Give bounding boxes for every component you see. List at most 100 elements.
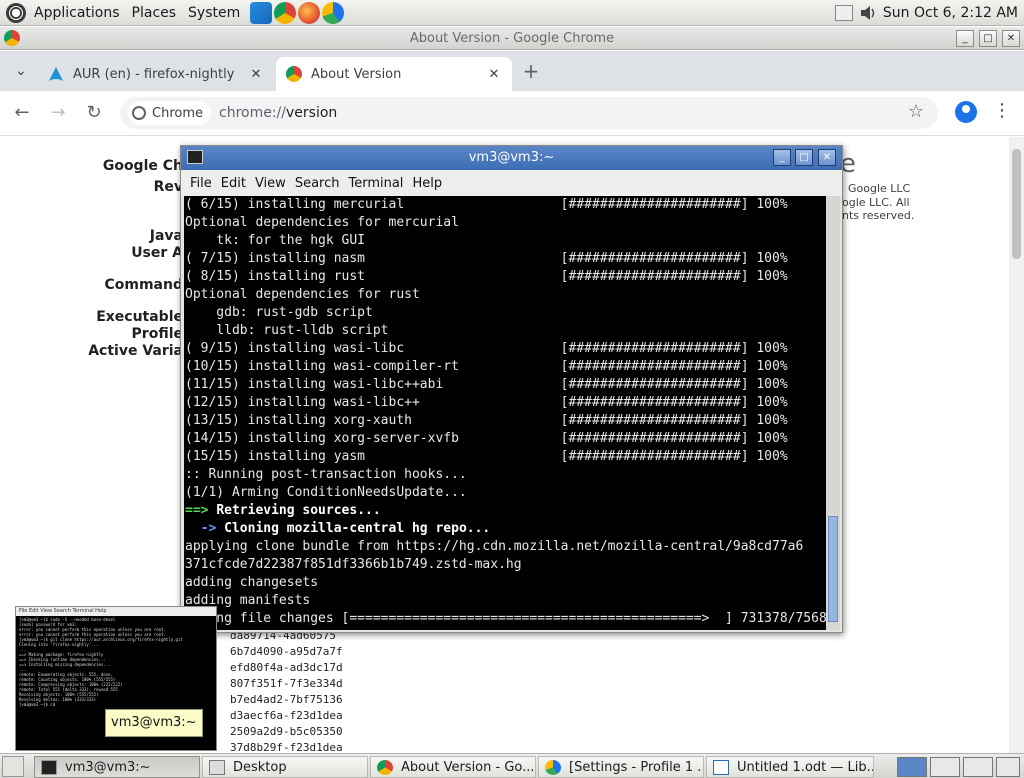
reload-icon[interactable]: ↻ <box>82 102 106 126</box>
task-label: Desktop <box>233 759 287 775</box>
chrome-menu-kebab-icon[interactable]: ⋮ <box>993 101 1011 123</box>
firefox-launcher-icon[interactable] <box>298 1 321 24</box>
chrome-window-titlebar[interactable]: About Version - Google Chrome _ □ ✕ <box>0 27 1024 50</box>
bookmark-star-icon[interactable]: ☆ <box>908 101 924 122</box>
terminal-line-prefix: ==> <box>185 503 217 518</box>
variations-list: da89714-4ad60575 6b7d4090-a95d7a7f efd80… <box>230 628 343 756</box>
task-chrome[interactable]: About Version - Go... <box>370 756 536 778</box>
chrome-favicon-icon <box>286 66 302 82</box>
profile-avatar-icon[interactable] <box>955 101 977 123</box>
copyright-line: ogle LLC. All <box>842 196 910 209</box>
close-button[interactable]: ✕ <box>1002 30 1020 47</box>
volume-icon[interactable] <box>859 4 877 22</box>
terminal-maximize-button[interactable]: □ <box>795 149 813 166</box>
menu-search[interactable]: Search <box>295 176 340 191</box>
task-settings[interactable]: [Settings - Profile 1 ... <box>538 756 704 778</box>
preview-menubar: File Edit View Search Terminal Help <box>16 607 216 616</box>
task-terminal[interactable]: vm3@vm3:~ <box>34 756 200 778</box>
tab-label: About Version <box>311 66 402 82</box>
chrome-launcher-icon[interactable] <box>274 1 297 24</box>
label-javascript: Java <box>149 228 183 244</box>
terminal-line: (1/1) Arming ConditionNeedsUpdate... <box>185 485 467 500</box>
chrome-icon <box>4 30 20 46</box>
terminal-line: (13/15) installing xorg-xauth [#########… <box>185 413 788 428</box>
terminal-window: vm3@vm3:~ _ □ ✕ File Edit View Search Te… <box>180 145 843 633</box>
tab-close-icon[interactable]: ✕ <box>486 67 502 82</box>
url-scheme: chrome:// <box>219 105 286 121</box>
variation-id: 807f351f-7f3e334d <box>230 677 343 690</box>
workspace-2[interactable] <box>930 757 960 777</box>
task-libreoffice[interactable]: Untitled 1.odt — Lib... <box>706 756 874 778</box>
terminal-output[interactable]: ( 6/15) installing mercurial [##########… <box>184 196 826 630</box>
terminal-line: ( 7/15) installing nasm [###############… <box>185 251 788 266</box>
tab-about-version[interactable]: About Version ✕ <box>276 57 512 91</box>
bottom-panel: vm3@vm3:~ Desktop About Version - Go... … <box>0 753 1024 778</box>
terminal-icon <box>187 150 203 164</box>
terminal-line: Optional dependencies for rust <box>185 287 420 302</box>
maximize-button[interactable]: □ <box>979 30 997 47</box>
variation-id: d3aecf6a-f23d1dea <box>230 709 343 722</box>
chrome-dev-icon <box>545 759 561 775</box>
workspace-4[interactable] <box>996 757 1020 777</box>
tab-aur[interactable]: AUR (en) - firefox-nightly ✕ <box>38 57 274 91</box>
menu-terminal[interactable]: Terminal <box>348 176 403 191</box>
chrome-toolbar: ← → ↻ Chrome chrome://version ☆ <box>0 91 1024 136</box>
page-scrollbar-thumb[interactable] <box>1012 149 1021 259</box>
terminal-line: adding file changes [===================… <box>185 610 826 628</box>
terminal-line: -> Cloning mozilla-central hg repo... <box>185 520 826 538</box>
tab-close-icon[interactable]: ✕ <box>248 67 264 82</box>
taskbar-tooltip: vm3@vm3:~ <box>105 709 203 737</box>
terminal-line: ( 8/15) installing rust [###############… <box>185 269 788 284</box>
terminal-line-prefix: -> <box>185 521 225 536</box>
task-label: vm3@vm3:~ <box>65 759 151 775</box>
tab-search-chevron-icon[interactable]: ⌄ <box>10 60 32 82</box>
copyright-line: nts reserved. <box>842 209 915 222</box>
writer-document-icon <box>713 759 729 775</box>
task-desktop[interactable]: Desktop <box>202 756 368 778</box>
minimize-button[interactable]: _ <box>956 30 974 47</box>
workspace-1[interactable] <box>897 757 927 777</box>
top-panel: Applications Places System Sun Oct 6, 2:… <box>0 0 1024 26</box>
new-tab-button[interactable]: + <box>520 61 542 83</box>
site-chip-label: Chrome <box>152 105 203 121</box>
url-text[interactable]: chrome://version <box>219 105 337 121</box>
terminal-line: (15/15) installing yasm [###############… <box>185 449 788 464</box>
terminal-line: (11/15) installing wasi-libc++abi [#####… <box>185 377 788 392</box>
distro-logo-icon[interactable] <box>6 2 26 23</box>
chrome-dev-launcher-icon[interactable] <box>322 1 345 24</box>
terminal-close-button[interactable]: ✕ <box>818 149 836 166</box>
places-menu[interactable]: Places <box>132 5 177 21</box>
address-bar[interactable]: Chrome chrome://version ☆ <box>120 97 938 129</box>
menu-file[interactable]: File <box>190 176 212 191</box>
terminal-icon <box>41 759 57 775</box>
terminal-minimize-button[interactable]: _ <box>773 149 791 166</box>
menu-view[interactable]: View <box>255 176 286 191</box>
forward-arrow-icon[interactable]: → <box>46 102 70 126</box>
terminal-line: (14/15) installing xorg-server-xvfb [###… <box>185 431 788 446</box>
vscode-launcher-icon[interactable] <box>250 1 273 24</box>
show-desktop-icon[interactable] <box>2 756 24 777</box>
menu-help[interactable]: Help <box>412 176 442 191</box>
workspace-3[interactable] <box>963 757 993 777</box>
terminal-scrollbar-thumb[interactable] <box>828 516 838 622</box>
label-profile-path: Profile <box>131 326 183 342</box>
applications-menu[interactable]: Applications <box>34 5 120 21</box>
terminal-line: 371cfcde7d22387f851df3366b1b749.zstd-max… <box>185 557 522 572</box>
variation-id: 6b7d4090-a95d7a7f <box>230 645 343 658</box>
back-arrow-icon[interactable]: ← <box>10 102 34 126</box>
terminal-titlebar[interactable]: vm3@vm3:~ _ □ ✕ <box>181 146 842 170</box>
clock[interactable]: Sun Oct 6, 2:12 AM <box>883 5 1018 21</box>
terminal-scrollbar[interactable] <box>826 196 840 630</box>
copyright-line: Google LLC <box>848 182 911 195</box>
menu-edit[interactable]: Edit <box>221 176 246 191</box>
page-scrollbar[interactable] <box>1009 137 1024 753</box>
system-menu[interactable]: System <box>188 5 240 21</box>
network-tray-icon[interactable] <box>834 4 853 21</box>
terminal-line-text: Cloning mozilla-central hg repo... <box>224 521 491 536</box>
terminal-line: ( 6/15) installing mercurial [##########… <box>185 197 788 212</box>
task-label: [Settings - Profile 1 ... <box>569 759 704 775</box>
site-chip[interactable]: Chrome <box>128 101 211 125</box>
url-path: version <box>286 105 338 121</box>
window-title: About Version - Google Chrome <box>409 31 615 46</box>
terminal-line: Optional dependencies for mercurial <box>185 215 459 230</box>
